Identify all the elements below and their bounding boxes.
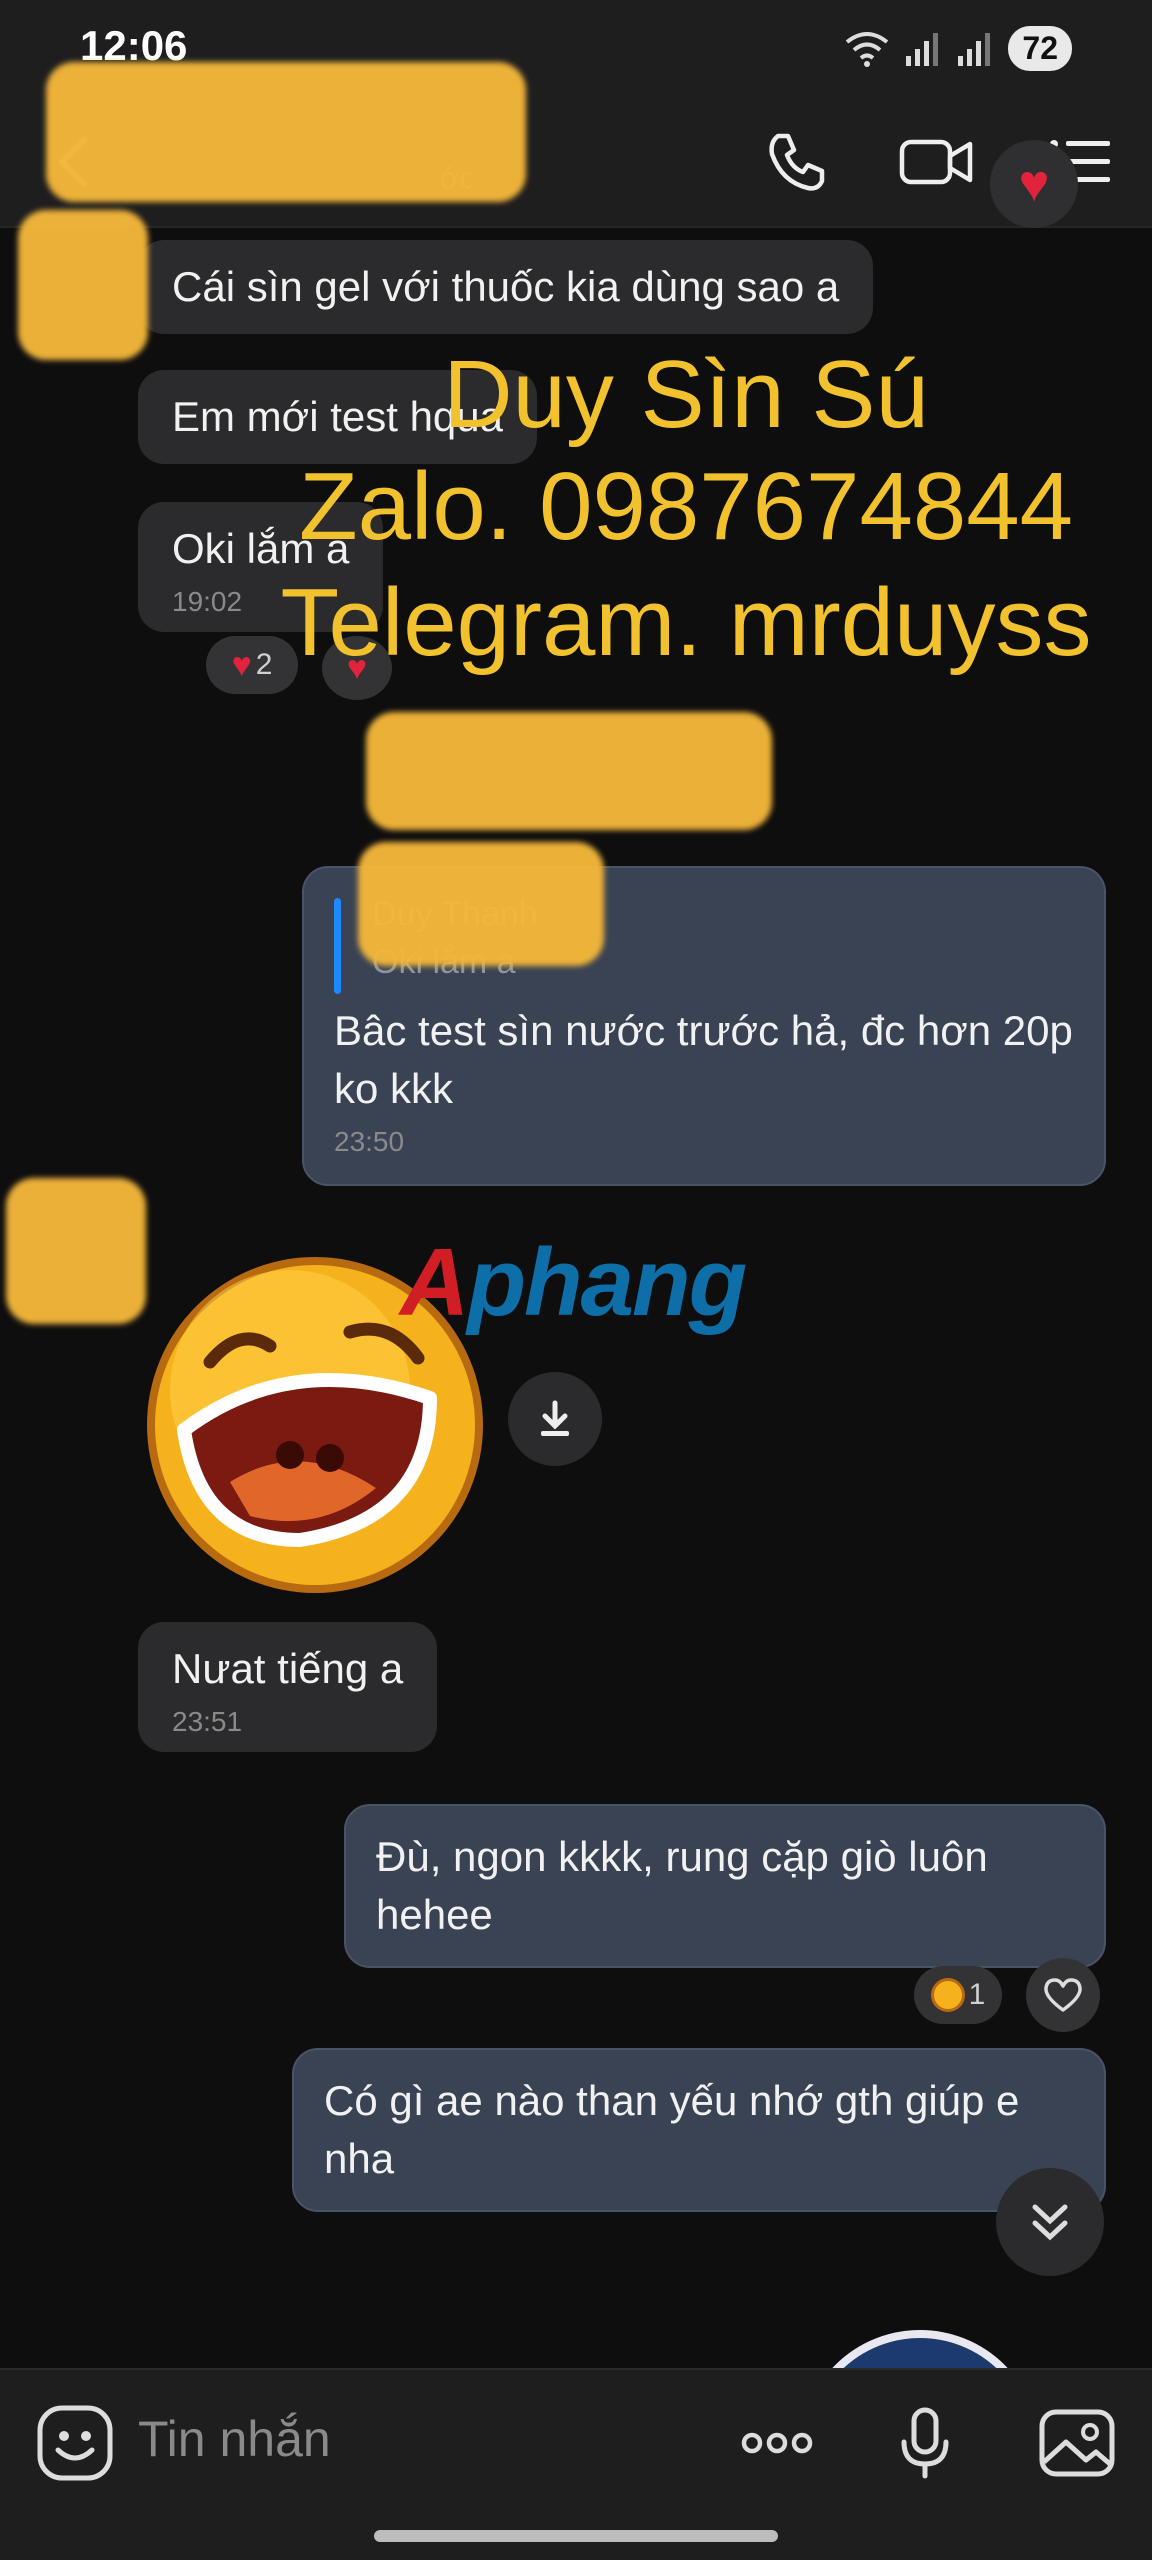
privacy-blur <box>18 210 148 360</box>
video-call-icon[interactable] <box>896 122 976 202</box>
heart-outline-icon <box>1044 1978 1082 2012</box>
message-incoming[interactable]: Cái sìn gel với thuốc kia dùng sao a <box>138 240 874 334</box>
watermark-logo: Aphang <box>400 1229 747 1336</box>
signal-icon-2 <box>958 32 991 66</box>
status-icons: 72 <box>844 26 1072 71</box>
chat-screen: 12:06 72 ớc ♥ Cái sìn gel với thuốc kia … <box>0 0 1152 2560</box>
quote-bar <box>334 898 341 994</box>
reaction-count: 1 <box>968 1978 986 2011</box>
heart-icon: ♥ <box>1018 155 1050 213</box>
mic-icon[interactable] <box>880 2398 970 2488</box>
message-time: 23:51 <box>172 1706 243 1737</box>
reaction-badge[interactable]: 1 <box>914 1966 1002 2024</box>
download-icon <box>541 1400 569 1436</box>
emoji-icon[interactable] <box>30 2398 120 2488</box>
quick-heart-button[interactable]: ♥ <box>990 140 1078 228</box>
message-text: Đù, ngon kkkk, rung cặp giò luôn hehee <box>376 1833 988 1938</box>
message-text: Bâc test sìn nước trước hả, đc hơn 20p k… <box>334 1007 1073 1112</box>
more-icon[interactable] <box>732 2398 822 2488</box>
privacy-blur <box>46 62 526 202</box>
watermark-line-1: Duy Sìn Sú <box>443 341 929 448</box>
battery-indicator: 72 <box>1008 26 1072 71</box>
privacy-blur <box>358 842 604 966</box>
scroll-to-bottom-button[interactable] <box>996 2168 1104 2276</box>
message-input[interactable]: Tin nhắn <box>138 2410 331 2468</box>
add-reaction-button[interactable] <box>1026 1958 1100 2032</box>
message-text: Có gì ae nào than yếu nhớ gth giúp e nha <box>324 2077 1020 2182</box>
home-indicator <box>374 2530 778 2542</box>
signal-icon <box>906 32 939 66</box>
message-time: 23:50 <box>334 1126 405 1157</box>
message-text: Nưat tiếng a <box>172 1645 404 1692</box>
download-button[interactable] <box>508 1372 602 1466</box>
image-icon[interactable] <box>1032 2398 1122 2488</box>
message-outgoing[interactable]: Đù, ngon kkkk, rung cặp giò luôn hehee <box>344 1804 1106 1968</box>
laugh-emoji-icon <box>930 1978 965 2012</box>
message-text: Cái sìn gel với thuốc kia dùng sao a <box>172 263 840 310</box>
privacy-blur <box>366 712 772 830</box>
watermark-line-3: Telegram. mrduyss <box>280 569 1092 676</box>
privacy-blur <box>6 1178 146 1324</box>
phone-icon[interactable] <box>756 122 836 202</box>
message-incoming[interactable]: Nưat tiếng a 23:51 <box>138 1622 438 1752</box>
wifi-icon <box>846 31 889 67</box>
watermark-line-2: Zalo. 0987674844 <box>299 453 1073 560</box>
chevron-double-down-icon <box>1032 2204 1068 2241</box>
message-outgoing[interactable]: Có gì ae nào than yếu nhớ gth giúp e nha <box>292 2048 1106 2212</box>
